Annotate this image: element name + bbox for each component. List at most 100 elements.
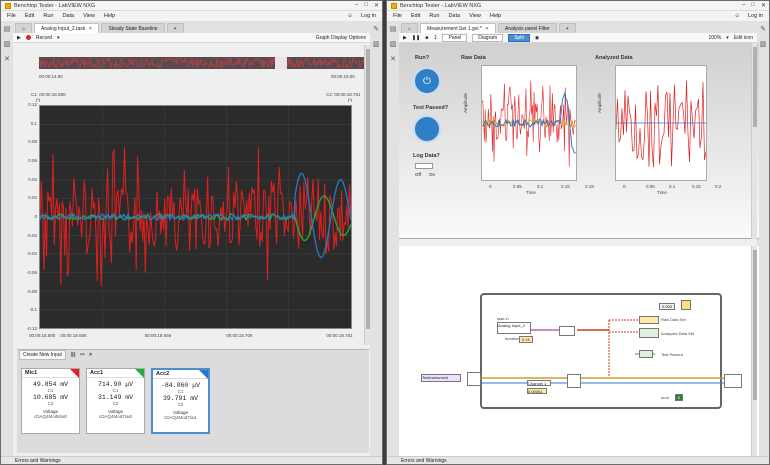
menu-view[interactable]: View <box>83 13 95 19</box>
menu-file[interactable]: File <box>7 13 16 19</box>
tab-diagram[interactable]: Diagram <box>472 33 504 42</box>
cursor2-handle[interactable]: ⊓ <box>348 98 352 104</box>
home-tab[interactable]: ⌂ <box>401 23 419 33</box>
waveform-graph[interactable] <box>39 105 352 329</box>
tab-analysis-panel[interactable]: Analysis panel Filter <box>497 23 557 33</box>
close-icon[interactable]: ✕ <box>374 2 379 9</box>
unlink-icon[interactable]: ⚯ <box>80 352 84 358</box>
right-window-title: Benchtop Tester - LabVIEW NXG <box>400 2 482 9</box>
context-help-icon[interactable]: ▥ <box>760 40 767 48</box>
menu-help[interactable]: Help <box>490 13 501 19</box>
menu-run[interactable]: Run <box>43 13 53 19</box>
raw-x-tick-label: 0.19 <box>585 184 594 189</box>
feedback-icon[interactable]: ☺ <box>734 13 740 19</box>
tools-icon[interactable]: ✕ <box>4 55 10 63</box>
tab-measurement-set[interactable]: Measurement Set 1.gvi * ✕ <box>420 23 496 33</box>
left-title-bar: Benchtop Tester - LabVIEW NXG – □ ✕ <box>1 1 382 11</box>
properties-icon[interactable]: ✎ <box>760 25 766 33</box>
menu-view[interactable]: View <box>469 13 481 19</box>
stop-button-node[interactable] <box>681 300 691 310</box>
input-card-acc1[interactable]: Acc1 714.90 μV C1 31.149 mV C2 Voltage cDAQ… <box>86 368 145 434</box>
files-icon[interactable]: ▧ <box>390 40 397 48</box>
panel-scrollbar[interactable] <box>751 43 757 239</box>
menu-file[interactable]: File <box>393 13 402 19</box>
raw-data-indicator[interactable] <box>639 316 659 324</box>
run-icon[interactable]: ▶ <box>403 35 407 41</box>
analyzed-data-graph[interactable] <box>615 65 707 181</box>
tab-panel[interactable]: Panel <box>442 33 468 42</box>
overview-selection-handle[interactable] <box>275 57 287 69</box>
log-data-switch[interactable] <box>415 163 433 169</box>
menu-data[interactable]: Data <box>62 13 74 19</box>
maximize-icon[interactable]: □ <box>751 2 755 9</box>
create-new-input-button[interactable]: Create New Input <box>19 350 66 360</box>
login-link[interactable]: Log in <box>361 13 376 19</box>
tab-split[interactable]: Split <box>508 33 530 42</box>
const-node[interactable]: 0.000 <box>659 303 676 310</box>
tab-analog-input[interactable]: Analog Input_2.task ✕ <box>34 23 100 33</box>
write-node[interactable] <box>567 374 581 388</box>
left-vertical-scrollbar[interactable] <box>364 45 370 345</box>
zoom-select[interactable]: 100% <box>709 35 722 41</box>
close-tab-icon[interactable]: ✕ <box>485 26 489 32</box>
raw-data-graph[interactable] <box>481 65 577 181</box>
tools-icon[interactable]: ✕ <box>390 55 396 63</box>
task-in-node[interactable]: Analog Input_2 <box>497 322 531 334</box>
y-tick-label: 0.02 <box>28 195 37 201</box>
project-icon[interactable]: ▤ <box>4 25 11 33</box>
context-help-icon[interactable]: ▥ <box>373 40 380 48</box>
pause-icon[interactable]: ❚❚ <box>412 35 420 41</box>
files-icon[interactable]: ▧ <box>4 40 11 48</box>
link-icon[interactable]: ⛓ <box>70 352 76 358</box>
duration-label: duration <box>505 336 520 341</box>
properties-icon[interactable]: ✎ <box>373 25 379 33</box>
probe-icon[interactable]: ◉ <box>535 35 539 41</box>
menu-data[interactable]: Data <box>448 13 460 19</box>
graph-display-options-button[interactable]: Graph Display Options <box>316 35 366 41</box>
project-icon[interactable]: ▤ <box>390 25 397 33</box>
analog-input-name: Analog Input_2 <box>498 323 525 328</box>
left-status-bar[interactable]: Errors and Warnings <box>1 456 382 464</box>
menu-edit[interactable]: Edit <box>411 13 420 19</box>
duration-constant[interactable]: 0.19 <box>519 336 533 343</box>
menu-edit[interactable]: Edit <box>25 13 34 19</box>
minimize-icon[interactable]: – <box>742 2 745 9</box>
tab-steady-state[interactable]: Steady State Baseline <box>101 23 165 33</box>
step-icon[interactable]: ↧ <box>433 35 437 41</box>
compare-node[interactable] <box>639 350 653 358</box>
close-icon[interactable]: ✕ <box>761 2 766 9</box>
record-icon[interactable] <box>25 35 31 40</box>
power-icon: ⏻ <box>423 75 431 87</box>
input-card-mic1[interactable]: Mic1 49.854 mV C1 10.685 mV C2 Voltage cDAQ… <box>21 368 80 434</box>
block-diagram: 0.000 Analog Input_2 task in duration 0.… <box>399 246 759 456</box>
test-instrument-node[interactable]: TestInstrument <box>421 374 461 382</box>
overview-strip[interactable] <box>39 57 364 69</box>
new-tab-button[interactable]: + <box>558 23 576 33</box>
input-card-acc2[interactable]: Acc2 -84.060 μV C1 39.791 mV C2 Voltage cDA… <box>151 368 210 434</box>
channel-constant[interactable]: 0.00001 <box>527 388 547 394</box>
open-node[interactable] <box>467 372 481 386</box>
channel-node[interactable]: Channel 1 <box>527 380 551 386</box>
analysis-node[interactable] <box>639 328 659 338</box>
diagram-scrollbar[interactable] <box>751 246 757 456</box>
abort-icon[interactable]: ■ <box>425 35 428 41</box>
login-link[interactable]: Log in <box>748 13 763 19</box>
menu-run[interactable]: Run <box>429 13 439 19</box>
record-button[interactable]: Record <box>36 35 52 41</box>
read-node[interactable] <box>559 326 575 336</box>
maximize-icon[interactable]: □ <box>364 2 368 9</box>
home-tab[interactable]: ⌂ <box>15 23 33 33</box>
new-tab-button[interactable]: + <box>166 23 184 33</box>
close-tab-icon[interactable]: ✕ <box>88 26 92 32</box>
right-status-bar[interactable]: Errors and Warnings <box>387 456 769 464</box>
minimize-icon[interactable]: – <box>355 2 358 9</box>
run-icon[interactable]: ▶ <box>17 35 21 41</box>
close-node[interactable] <box>724 374 742 388</box>
menu-help[interactable]: Help <box>104 13 115 19</box>
chevron-down-icon[interactable]: ▾ <box>726 35 729 41</box>
edit-icon-button[interactable]: Edit icon <box>734 35 753 41</box>
delete-icon[interactable]: ✕ <box>88 352 92 358</box>
feedback-icon[interactable]: ☺ <box>347 13 353 19</box>
run-button[interactable]: ⏻ <box>413 67 441 95</box>
chevron-down-icon[interactable]: ▾ <box>57 35 60 41</box>
